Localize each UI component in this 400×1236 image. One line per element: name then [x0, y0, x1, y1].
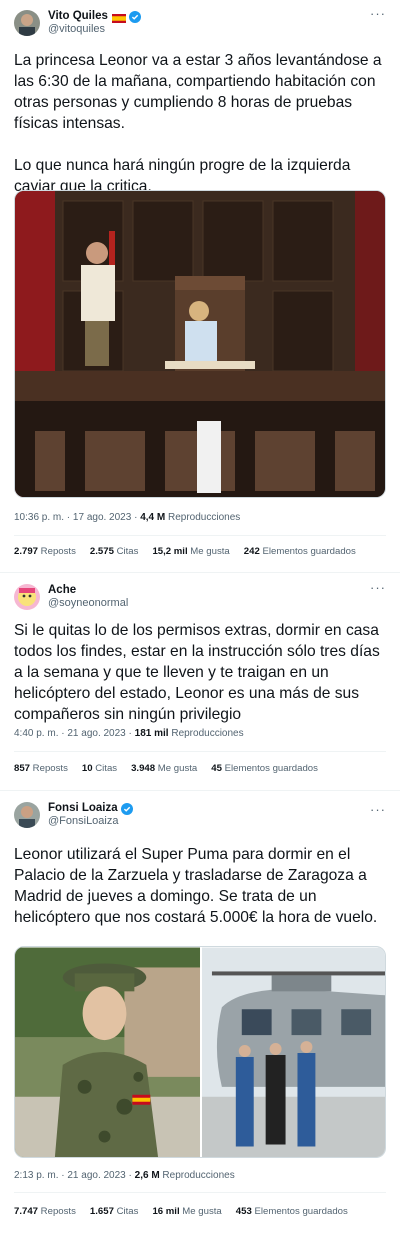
- tweet-header: Fonsi Loaiza @FonsiLoaiza: [14, 800, 133, 830]
- photo-helicopter[interactable]: [201, 947, 385, 1158]
- bookmarks-stat[interactable]: 242 Elementos guardados: [244, 546, 356, 557]
- likes-stat[interactable]: 16 mil Me gusta: [152, 1206, 221, 1217]
- tweet-header: Ache @soyneonormal: [14, 582, 128, 612]
- photo-leonor-signing: [15, 191, 385, 497]
- avatar[interactable]: [14, 802, 40, 828]
- likes-stat[interactable]: 15,2 mil Me gusta: [152, 546, 229, 557]
- bookmarks-stat[interactable]: 45 Elementos guardados: [211, 763, 318, 774]
- tweet-divider: [0, 572, 400, 573]
- tweet-text: Leonor utilizará el Super Puma para dorm…: [14, 846, 378, 926]
- divider: [14, 1192, 386, 1193]
- reposts-stat[interactable]: 2.797 Reposts: [14, 546, 76, 557]
- author-handle[interactable]: @vitoquiles: [48, 23, 141, 36]
- quotes-stat[interactable]: 10 Citas: [82, 763, 117, 774]
- views-count: 181 mil: [134, 728, 169, 739]
- tweet-timestamp[interactable]: 4:40 p. m. · 21 ago. 2023 · 181 mil Repr…: [14, 728, 244, 739]
- tweet-timestamp[interactable]: 2:13 p. m. · 21 ago. 2023 · 2,6 M Reprod…: [14, 1170, 235, 1181]
- reposts-stat[interactable]: 857 Reposts: [14, 763, 68, 774]
- tweet-photo[interactable]: [14, 190, 386, 498]
- author-name[interactable]: Vito Quiles: [48, 10, 108, 23]
- author-name[interactable]: Fonsi Loaiza: [48, 802, 118, 815]
- tweet-text: Si le quitas lo de los permisos extras, …: [14, 622, 380, 723]
- tweet-photos: [14, 946, 386, 1158]
- divider: [14, 535, 386, 536]
- spain-flag-icon: [111, 12, 126, 23]
- engagement-stats: 2.797 Reposts 2.575 Citas 15,2 mil Me gu…: [14, 546, 356, 557]
- avatar[interactable]: [14, 10, 40, 36]
- author-name[interactable]: Ache: [48, 584, 76, 597]
- tweet-timestamp[interactable]: 10:36 p. m. · 17 ago. 2023 · 4,4 M Repro…: [14, 512, 240, 523]
- more-options-icon[interactable]: ···: [370, 580, 386, 595]
- quotes-stat[interactable]: 1.657 Citas: [90, 1206, 139, 1217]
- bookmarks-stat[interactable]: 453 Elementos guardados: [236, 1206, 348, 1217]
- quotes-stat[interactable]: 2.575 Citas: [90, 546, 139, 557]
- avatar[interactable]: [14, 584, 40, 610]
- tweet-vito-quiles[interactable]: Vito Quiles @vitoquiles ··· La princesa …: [0, 0, 400, 572]
- likes-stat[interactable]: 3.948 Me gusta: [131, 763, 197, 774]
- reposts-stat[interactable]: 7.747 Reposts: [14, 1206, 76, 1217]
- divider: [14, 751, 386, 752]
- views-count: 4,4 M: [140, 512, 166, 523]
- verified-badge-icon: [120, 802, 133, 815]
- tweet-fonsi-loaiza[interactable]: Fonsi Loaiza @FonsiLoaiza ··· Leonor uti…: [0, 796, 400, 1236]
- engagement-stats: 7.747 Reposts 1.657 Citas 16 mil Me gust…: [14, 1206, 348, 1217]
- photo-leonor-uniform[interactable]: [15, 947, 200, 1158]
- tweet-text: La princesa Leonor va a estar 3 años lev…: [14, 52, 382, 195]
- tweet-header: Vito Quiles @vitoquiles: [14, 8, 141, 38]
- more-options-icon[interactable]: ···: [370, 802, 386, 817]
- tweet-divider: [0, 790, 400, 791]
- author-handle[interactable]: @FonsiLoaiza: [48, 815, 133, 828]
- tweet-ache[interactable]: Ache @soyneonormal ··· Si le quitas lo d…: [0, 574, 400, 788]
- more-options-icon[interactable]: ···: [370, 6, 386, 21]
- engagement-stats: 857 Reposts 10 Citas 3.948 Me gusta 45 E…: [14, 763, 318, 774]
- verified-badge-icon: [128, 10, 141, 23]
- views-count: 2,6 M: [134, 1170, 160, 1181]
- author-handle[interactable]: @soyneonormal: [48, 597, 128, 610]
